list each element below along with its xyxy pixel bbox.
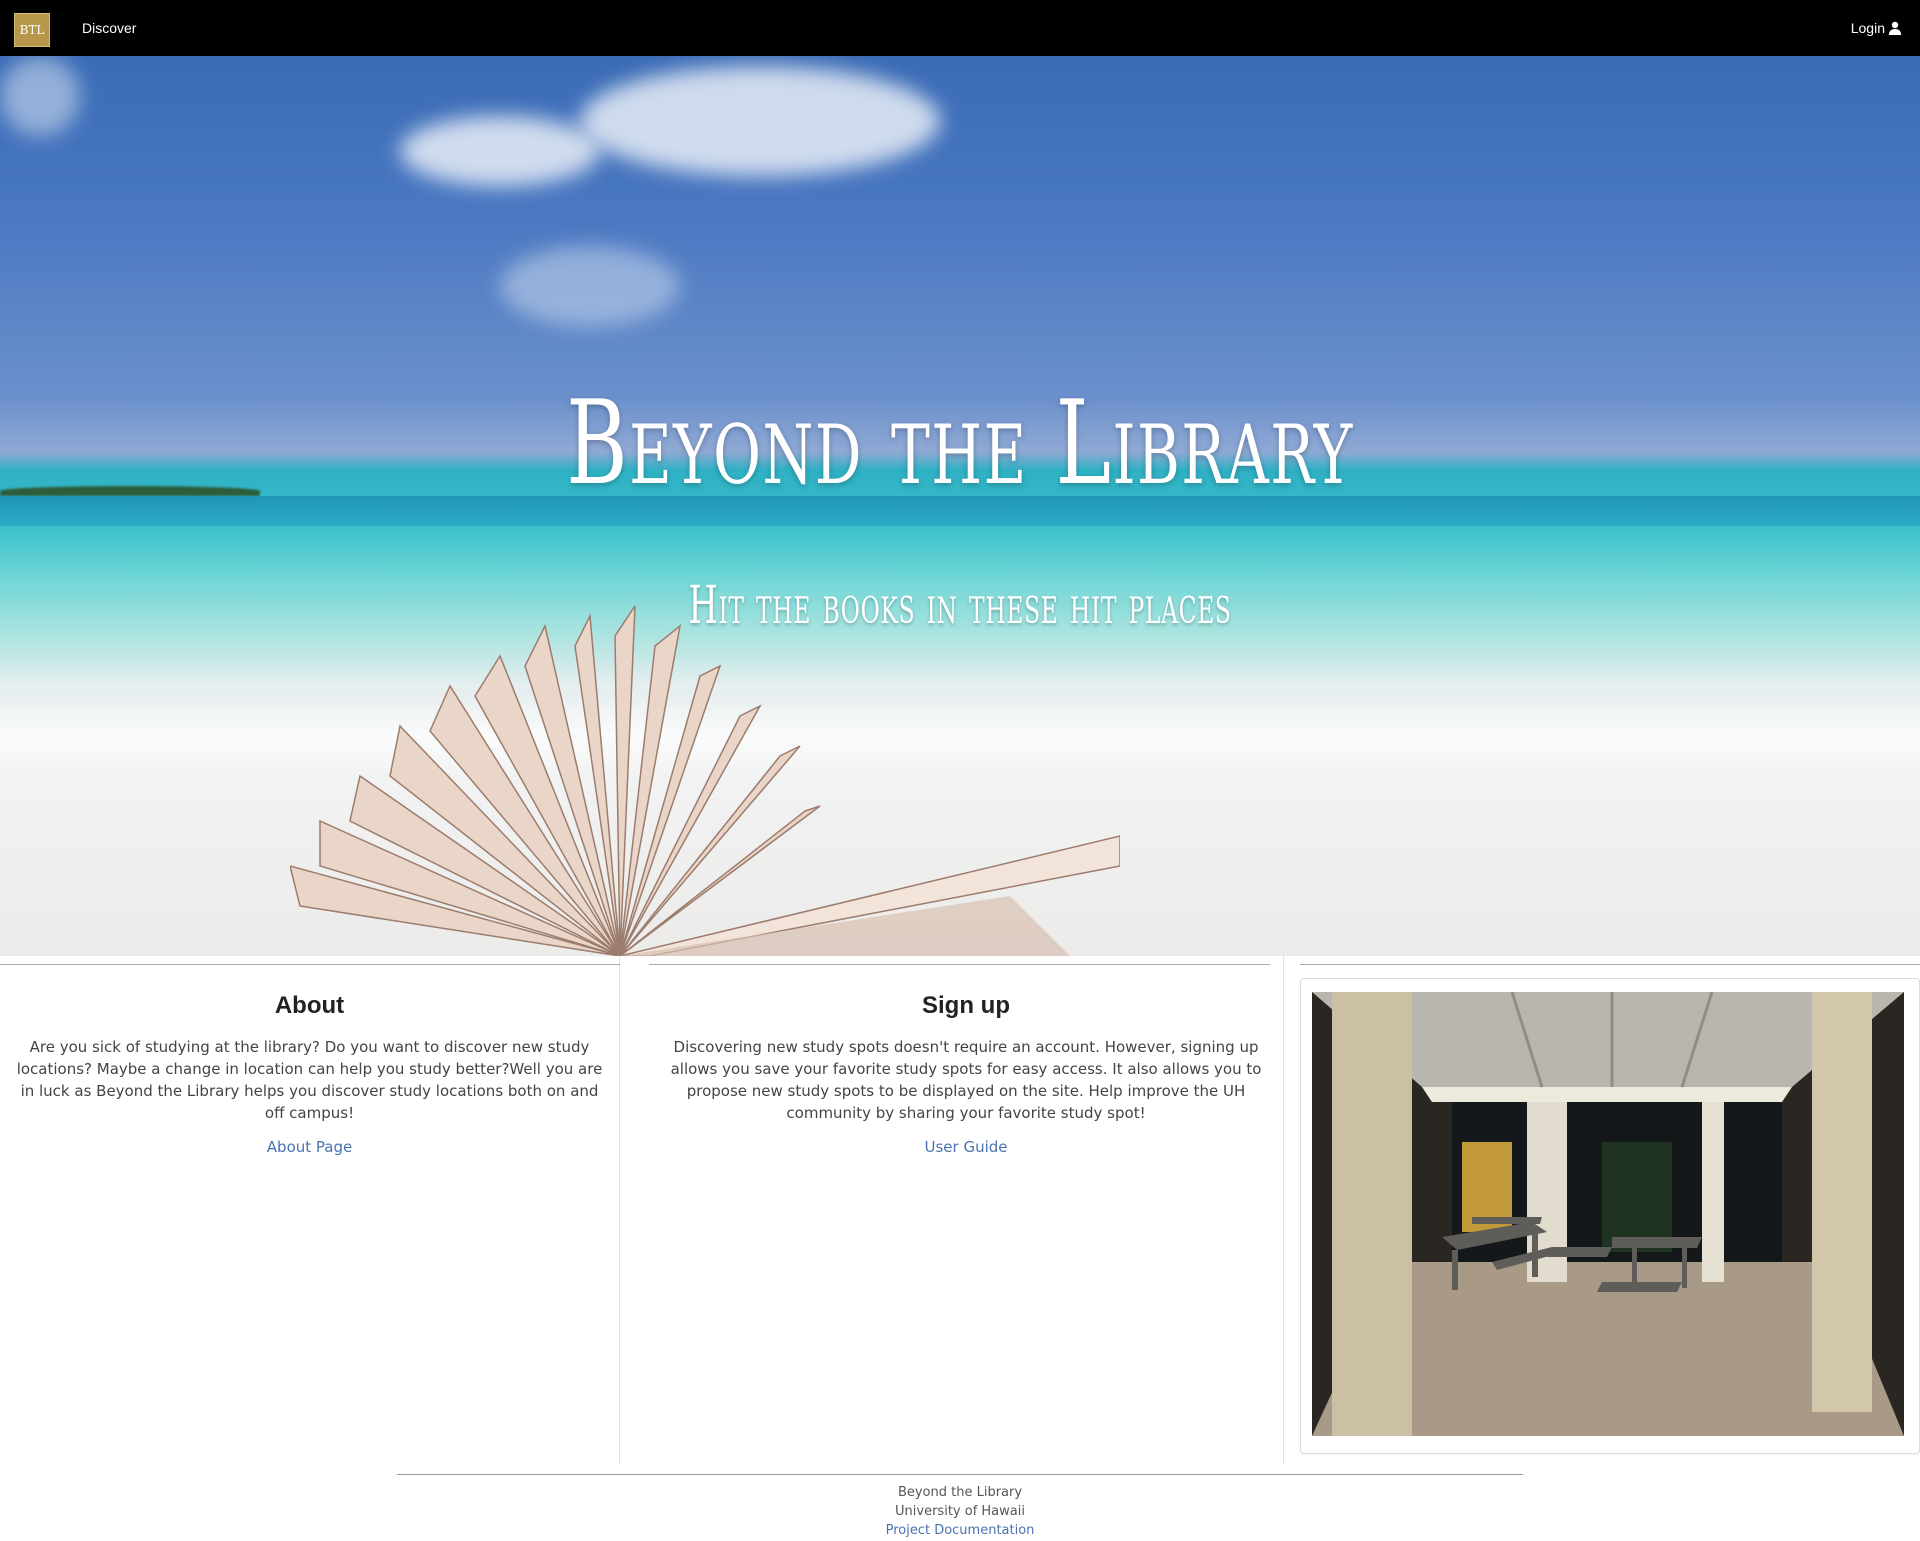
- open-book-illustration: [290, 606, 1120, 956]
- login-label: Login: [1850, 20, 1885, 36]
- footer-divider: [397, 1474, 1523, 1475]
- photo-section: [1284, 956, 1920, 1464]
- hero-banner: Beyond the Library Hit the books in thes…: [0, 56, 1920, 956]
- cloud: [400, 116, 600, 186]
- divider: [649, 964, 1270, 965]
- divider: [1300, 964, 1920, 965]
- about-section: About Are you sick of studying at the li…: [0, 956, 620, 1464]
- user-guide-link[interactable]: User Guide: [649, 1138, 1283, 1156]
- signup-heading: Sign up: [922, 992, 1010, 1019]
- login-dropdown[interactable]: Login: [1851, 20, 1902, 36]
- cloud: [500, 246, 680, 326]
- hero-subtitle: Hit the books in these hit places: [688, 576, 1232, 636]
- brand-logo-text: BTL: [19, 23, 45, 37]
- cloud: [0, 56, 80, 136]
- project-documentation-link[interactable]: Project Documentation: [886, 1523, 1035, 1538]
- cloud: [580, 66, 940, 176]
- about-text: Are you sick of studying at the library?…: [16, 1038, 603, 1122]
- about-heading: About: [274, 992, 345, 1019]
- footer-university: University of Hawaii: [895, 1504, 1025, 1519]
- nav-discover-link[interactable]: Discover: [82, 20, 136, 36]
- footer-site-name: Beyond the Library: [897, 1485, 1023, 1500]
- hero-title: Beyond the Library: [566, 376, 1354, 511]
- about-page-link[interactable]: About Page: [0, 1138, 619, 1156]
- brand-logo[interactable]: BTL: [14, 13, 50, 47]
- divider: [0, 964, 620, 965]
- study-spot-photo: [1312, 992, 1904, 1436]
- signup-text: Discovering new study spots doesn't requ…: [670, 1038, 1262, 1122]
- navbar: BTL Discover Login: [0, 0, 1920, 56]
- user-icon: [1888, 21, 1902, 35]
- signup-section: Sign up Discovering new study spots does…: [649, 956, 1284, 1464]
- footer-link-row: Project Documentation: [0, 1523, 1920, 1538]
- island: [0, 486, 260, 496]
